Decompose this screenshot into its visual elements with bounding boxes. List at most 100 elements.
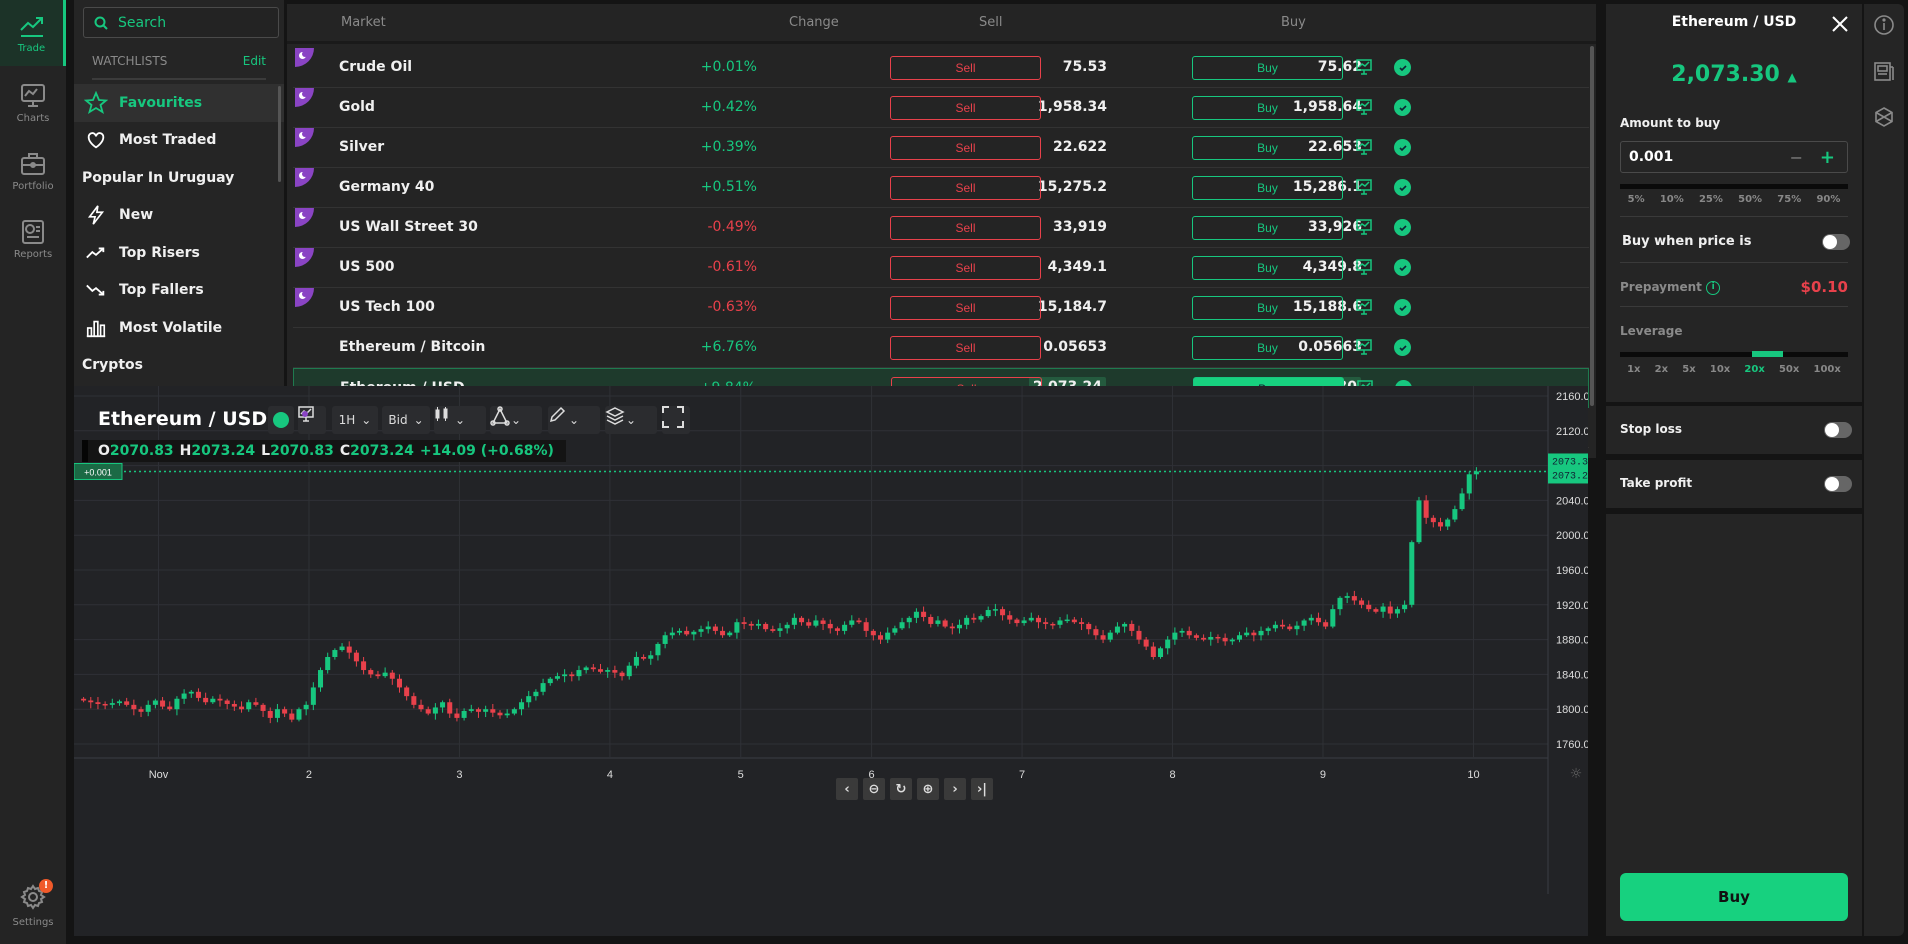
buy-button[interactable]: Buy: [1192, 56, 1343, 80]
check-circle-icon[interactable]: [1394, 179, 1411, 196]
check-circle-icon[interactable]: [1394, 299, 1411, 316]
increment-button[interactable]: +: [1820, 147, 1835, 168]
price-chart[interactable]: 2160.002120.002080.002040.002000.001960.…: [74, 386, 1588, 936]
market-row[interactable]: US 500 -0.61% 4,349.1 Sell 4,349.8 Buy: [293, 248, 1589, 288]
amount-preset[interactable]: 90%: [1816, 194, 1840, 205]
check-circle-icon[interactable]: [1394, 259, 1411, 276]
check-circle-icon[interactable]: [1394, 59, 1411, 76]
edit-watchlists-button[interactable]: Edit: [243, 54, 266, 68]
watchlist-scrollbar[interactable]: [278, 86, 281, 182]
chart-type-monitor-button[interactable]: [298, 406, 326, 434]
open-chart-icon[interactable]: [1356, 179, 1372, 195]
decrement-button[interactable]: −: [1790, 148, 1803, 167]
watchlist-item-most-volatile[interactable]: Most Volatile: [74, 309, 284, 347]
open-chart-icon[interactable]: [1356, 219, 1372, 235]
watchlist-category-cryptos[interactable]: Cryptos: [74, 347, 284, 385]
zoom-out-button[interactable]: ⊖: [863, 778, 885, 800]
market-row[interactable]: Ethereum / Bitcoin +6.76% 0.05653 Sell 0.056…: [293, 328, 1589, 368]
amount-preset[interactable]: 5%: [1628, 194, 1645, 205]
rail-item-charts[interactable]: Charts: [0, 70, 66, 136]
close-icon[interactable]: [1830, 14, 1850, 34]
place-buy-button[interactable]: Buy: [1620, 873, 1848, 921]
sell-button[interactable]: Sell: [890, 296, 1041, 320]
amount-preset[interactable]: 10%: [1660, 194, 1684, 205]
open-chart-icon[interactable]: [1356, 139, 1372, 155]
buy-button[interactable]: Buy: [1192, 96, 1343, 120]
watchlist-item-top-risers[interactable]: Top Risers: [74, 234, 284, 272]
open-chart-icon[interactable]: [1356, 259, 1372, 275]
buy-when-toggle[interactable]: [1822, 234, 1850, 250]
timeframe-dropdown[interactable]: 1H ⌄: [332, 406, 378, 434]
leverage-slider[interactable]: [1620, 351, 1848, 357]
info-icon[interactable]: i: [1706, 280, 1721, 295]
scroll-left-button[interactable]: ‹: [836, 778, 858, 800]
column-buy[interactable]: Buy: [1281, 15, 1306, 30]
leverage-option[interactable]: 2x: [1655, 364, 1668, 375]
buy-button[interactable]: Buy: [1192, 176, 1343, 200]
check-circle-icon[interactable]: [1394, 339, 1411, 356]
reset-chart-button[interactable]: ↻: [890, 778, 912, 800]
open-chart-icon[interactable]: [1356, 59, 1372, 75]
check-circle-icon[interactable]: [1394, 219, 1411, 236]
watchlist-item-top-fallers[interactable]: Top Fallers: [74, 272, 284, 310]
watchlist-item-most-traded[interactable]: Most Traded: [74, 122, 284, 160]
sell-button[interactable]: Sell: [890, 96, 1041, 120]
column-market[interactable]: Market: [341, 15, 386, 30]
rail-item-settings[interactable]: ! Settings: [0, 872, 66, 938]
scroll-right-button[interactable]: ›: [944, 778, 966, 800]
search-input[interactable]: Search: [83, 7, 279, 38]
leverage-option[interactable]: 20x: [1744, 364, 1764, 375]
check-circle-icon[interactable]: [1394, 139, 1411, 156]
markets-scrollbar[interactable]: [1590, 46, 1594, 406]
watchlist-item-favourites[interactable]: Favourites: [74, 84, 284, 122]
market-row[interactable]: Gold +0.42% 1,958.34 Sell 1,958.64 Buy: [293, 88, 1589, 128]
sell-button[interactable]: Sell: [890, 256, 1041, 280]
amount-preset[interactable]: 25%: [1699, 194, 1723, 205]
cube-icon[interactable]: [1873, 106, 1895, 128]
buy-button[interactable]: Buy: [1192, 216, 1343, 240]
leverage-option[interactable]: 50x: [1779, 364, 1799, 375]
indicators-dropdown[interactable]: ⌄: [490, 406, 542, 434]
go-to-latest-button[interactable]: ›|: [971, 778, 993, 800]
leverage-option[interactable]: 10x: [1710, 364, 1730, 375]
layers-dropdown[interactable]: ⌄: [605, 406, 657, 434]
market-row[interactable]: Silver +0.39% 22.622 Sell 22.653 Buy: [293, 128, 1589, 168]
open-chart-icon[interactable]: [1356, 339, 1372, 355]
market-row[interactable]: Germany 40 +0.51% 15,275.2 Sell 15,286.1 Buy: [293, 168, 1589, 208]
chart-settings-icon[interactable]: ☼: [1570, 766, 1583, 782]
fullscreen-button[interactable]: [662, 406, 690, 434]
stop-loss-toggle[interactable]: [1824, 422, 1852, 438]
amount-slider[interactable]: [1620, 184, 1848, 189]
info-icon[interactable]: [1873, 14, 1895, 36]
leverage-option[interactable]: 1x: [1627, 364, 1640, 375]
market-row[interactable]: Crude Oil +0.01% 75.53 Sell 75.62 Buy: [293, 48, 1589, 88]
rail-item-trade[interactable]: Trade: [0, 0, 66, 66]
leverage-option[interactable]: 5x: [1682, 364, 1695, 375]
market-row[interactable]: US Wall Street 30 -0.49% 33,919 Sell 33,926 B…: [293, 208, 1589, 248]
sell-button[interactable]: Sell: [890, 56, 1041, 80]
leverage-option[interactable]: 100x: [1814, 364, 1841, 375]
news-icon[interactable]: [1873, 60, 1895, 82]
amount-preset[interactable]: 75%: [1777, 194, 1801, 205]
rail-item-reports[interactable]: Reports: [0, 206, 66, 272]
column-change[interactable]: Change: [789, 15, 839, 30]
buy-button[interactable]: Buy: [1192, 136, 1343, 160]
sell-button[interactable]: Sell: [890, 336, 1041, 360]
buy-button[interactable]: Buy: [1192, 336, 1343, 360]
market-row[interactable]: US Tech 100 -0.63% 15,184.7 Sell 15,188.6 Buy: [293, 288, 1589, 328]
check-circle-icon[interactable]: [1394, 99, 1411, 116]
take-profit-toggle[interactable]: [1824, 476, 1852, 492]
buy-button[interactable]: Buy: [1192, 256, 1343, 280]
drawing-tools-dropdown[interactable]: ⌄: [548, 406, 600, 434]
candlestick-chart[interactable]: 2160.002120.002080.002040.002000.001960.…: [74, 386, 1588, 936]
open-chart-icon[interactable]: [1356, 99, 1372, 115]
column-sell[interactable]: Sell: [979, 15, 1002, 30]
sell-button[interactable]: Sell: [890, 176, 1041, 200]
sell-button[interactable]: Sell: [890, 216, 1041, 240]
watchlist-category-popular[interactable]: Popular In Uruguay: [74, 159, 284, 197]
zoom-in-button[interactable]: ⊕: [917, 778, 939, 800]
sell-button[interactable]: Sell: [890, 136, 1041, 160]
price-type-dropdown[interactable]: Bid ⌄: [382, 406, 430, 434]
buy-button[interactable]: Buy: [1192, 296, 1343, 320]
candle-style-dropdown[interactable]: ⌄: [434, 406, 486, 434]
